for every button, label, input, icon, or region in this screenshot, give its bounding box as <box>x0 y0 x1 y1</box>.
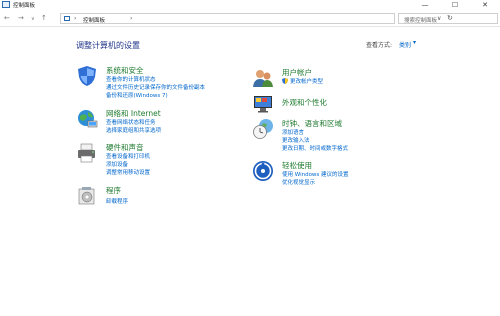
close-button[interactable]: ✕ <box>470 0 500 10</box>
control-panel-icon <box>2 1 10 8</box>
globe-network-icon <box>78 110 98 128</box>
recent-locations-icon[interactable]: ∨ <box>31 16 35 22</box>
control-panel-small-icon <box>64 16 70 21</box>
link-view-computer-status[interactable]: 查看你的计算机状态 <box>106 75 156 83</box>
programs-disc-icon <box>78 187 95 205</box>
link-add-device[interactable]: 添加设备 <box>106 160 128 168</box>
link-uninstall-program[interactable]: 卸载程序 <box>106 197 128 205</box>
maximize-button[interactable]: ☐ <box>440 0 470 10</box>
link-windows-recommended-settings[interactable]: 使用 Windows 建议的设置 <box>282 170 349 178</box>
back-arrow-icon[interactable]: ← <box>4 14 10 22</box>
clock-globe-icon <box>253 119 273 139</box>
view-by-dropdown[interactable]: 类别 <box>399 40 411 49</box>
link-devices-printers[interactable]: 查看设备和打印机 <box>106 152 150 160</box>
window-title: 控制面板 <box>13 3 36 9</box>
printer-icon <box>78 143 95 163</box>
shield-icon <box>78 66 96 86</box>
forward-arrow-icon[interactable]: → <box>18 14 24 22</box>
link-change-account-type[interactable]: 更改帐户类型 <box>290 77 323 85</box>
link-date-time-number-format[interactable]: 更改日期、时间或数字格式 <box>282 144 348 152</box>
page-title: 调整计算机的设置 <box>76 41 140 50</box>
search-box[interactable]: 搜索控制面板 <box>398 13 498 24</box>
breadcrumb-control-panel[interactable]: 控制面板 <box>83 16 105 24</box>
link-homegroup-sharing[interactable]: 选择家庭组和共享选项 <box>106 126 161 134</box>
title-bar: 控制面板 — ☐ ✕ <box>0 0 500 10</box>
link-add-language[interactable]: 添加语言 <box>282 128 304 136</box>
users-icon <box>253 70 273 87</box>
search-input[interactable]: 搜索控制面板 <box>404 16 437 24</box>
link-optimize-visual-display[interactable]: 优化视觉显示 <box>282 178 315 186</box>
breadcrumb-separator: › <box>74 15 77 22</box>
up-arrow-icon[interactable]: ↑ <box>41 14 47 22</box>
link-mobility-settings[interactable]: 调整常用移动设置 <box>106 168 150 176</box>
ease-of-access-icon <box>253 161 273 181</box>
link-network-status[interactable]: 查看网络状态和任务 <box>106 118 156 126</box>
monitor-personalization-icon <box>254 96 272 113</box>
category-title-programs[interactable]: 程序 <box>106 185 121 196</box>
category-title-appearance[interactable]: 外观和个性化 <box>282 97 327 108</box>
view-by-chevron-icon[interactable]: ▾ <box>413 39 416 46</box>
view-by-label: 查看方式: <box>366 42 393 49</box>
breadcrumb-chevron-icon[interactable]: › <box>130 15 132 22</box>
link-backup-restore[interactable]: 备份和还原(Windows 7) <box>106 91 168 99</box>
link-file-history-backup[interactable]: 通过文件历史记录保存你的文件备份副本 <box>106 83 205 91</box>
uac-shield-icon <box>282 78 288 84</box>
minimize-button[interactable]: — <box>410 0 440 10</box>
navigation-bar: ← → ∨ ↑ › 控制面板 › ∨ ↻ 搜索控制面板 <box>0 11 500 27</box>
link-change-input-method[interactable]: 更改输入法 <box>282 136 310 144</box>
address-bar[interactable]: › 控制面板 › ∨ ↻ <box>60 13 453 24</box>
